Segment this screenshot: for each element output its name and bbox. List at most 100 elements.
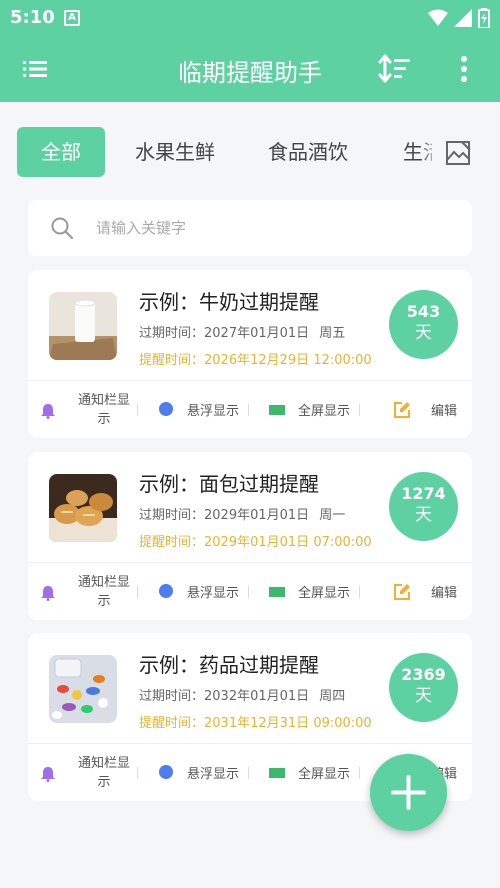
card-actions: 通知栏显示 悬浮显示 全屏显示 编辑	[28, 563, 472, 620]
expire-label: 过期时间：	[139, 689, 205, 704]
item-remind-time: 提醒时间：2031年12月31日 09:00:00	[139, 712, 372, 731]
days-left-badge: 543 天	[389, 290, 458, 359]
edit-icon	[394, 402, 410, 418]
add-icon	[391, 775, 426, 810]
app-title: 临期提醒助手	[178, 59, 322, 87]
item-name: 示例：药品过期提醒	[139, 653, 319, 677]
expire-date: 2029年01月01日	[204, 508, 310, 523]
app-bar: 临期提醒助手	[0, 36, 500, 102]
add-button[interactable]	[370, 754, 447, 831]
more-vert-icon[interactable]	[452, 54, 476, 84]
search-icon	[51, 217, 74, 240]
action-separator	[359, 586, 360, 598]
days-left-unit: 天	[415, 505, 432, 525]
item-name: 示例：面包过期提醒	[139, 472, 319, 496]
fullscreen-icon	[269, 587, 285, 597]
fullscreen-toggle[interactable]: 全屏显示	[269, 381, 369, 438]
battery-icon	[478, 8, 490, 28]
float-dot-icon	[159, 765, 173, 779]
search-input[interactable]	[96, 212, 456, 244]
notify-toggle[interactable]: 通知栏显示	[38, 381, 138, 438]
float-toggle[interactable]: 悬浮显示	[158, 381, 258, 438]
card-actions: 通知栏显示 悬浮显示 全屏显示 编辑	[28, 381, 472, 438]
edit-button[interactable]: 编辑	[392, 381, 462, 438]
edit-label: 编辑	[431, 404, 458, 419]
search-bar	[28, 200, 472, 256]
sort-icon[interactable]	[378, 54, 412, 84]
tab-food-drink[interactable]: 食品酒饮	[257, 127, 359, 177]
signal-icon	[454, 9, 472, 27]
status-icons	[428, 8, 490, 28]
fullscreen-icon	[269, 405, 285, 415]
notify-label: 通知栏显示	[77, 393, 130, 427]
tab-all[interactable]: 全部	[17, 127, 105, 177]
remind-label: 提醒时间：	[139, 716, 205, 731]
item-image-bread	[49, 474, 117, 542]
edit-label: 编辑	[431, 586, 458, 601]
days-left-count: 2369	[401, 665, 446, 684]
bell-icon	[41, 767, 55, 782]
expire-date: 2032年01月01日	[204, 689, 310, 704]
image-icon[interactable]	[444, 140, 472, 166]
expire-date: 2027年01月01日	[204, 326, 310, 341]
bell-icon	[41, 586, 55, 601]
notify-label: 通知栏显示	[77, 575, 130, 609]
expire-label: 过期时间：	[139, 326, 205, 341]
action-separator	[359, 767, 360, 779]
item-remind-time: 提醒时间：2026年12月29日 12:00:00	[139, 349, 372, 368]
item-expire-time: 过期时间：2029年01月01日 周一	[139, 504, 345, 523]
status-bar: 5:10 A	[0, 0, 500, 36]
days-left-count: 543	[406, 302, 441, 321]
item-image-milk	[49, 292, 117, 360]
fullscreen-toggle[interactable]: 全屏显示	[269, 563, 369, 620]
category-tabs: 全部 水果生鲜 食品酒饮 生活	[0, 102, 500, 202]
fullscreen-icon	[269, 768, 285, 778]
days-left-badge: 1274 天	[389, 472, 458, 541]
days-left-count: 1274	[401, 484, 446, 503]
action-separator	[248, 767, 249, 779]
item-remind-time: 提醒时间：2029年01月01日 07:00:00	[139, 531, 372, 550]
item-image-pills	[49, 655, 117, 723]
expire-label: 过期时间：	[139, 508, 205, 523]
float-label: 悬浮显示	[187, 586, 240, 601]
item-name: 示例：牛奶过期提醒	[139, 290, 319, 314]
float-toggle[interactable]: 悬浮显示	[158, 744, 258, 801]
notify-toggle[interactable]: 通知栏显示	[38, 744, 138, 801]
tab-fruit-fresh[interactable]: 水果生鲜	[124, 127, 226, 177]
notification-a-icon: A	[64, 10, 80, 26]
tabs-fade	[420, 127, 440, 177]
edit-icon	[394, 584, 410, 600]
remind-label: 提醒时间：	[139, 353, 205, 368]
days-left-badge: 2369 天	[389, 653, 458, 722]
remind-datetime: 2031年12月31日 09:00:00	[204, 716, 372, 731]
status-time: 5:10	[10, 7, 55, 28]
days-left-unit: 天	[415, 323, 432, 343]
edit-button[interactable]: 编辑	[392, 563, 462, 620]
float-dot-icon	[159, 584, 173, 598]
notify-toggle[interactable]: 通知栏显示	[38, 563, 138, 620]
fullscreen-toggle[interactable]: 全屏显示	[269, 744, 369, 801]
days-left-unit: 天	[415, 686, 432, 706]
wifi-icon	[428, 9, 448, 26]
float-toggle[interactable]: 悬浮显示	[158, 563, 258, 620]
item-card[interactable]: 示例：面包过期提醒 过期时间：2029年01月01日 周一 提醒时间：2029年0…	[28, 452, 472, 620]
fullscreen-label: 全屏显示	[298, 404, 351, 419]
item-card[interactable]: 示例：牛奶过期提醒 过期时间：2027年01月01日 周五 提醒时间：2026年1…	[28, 270, 472, 438]
float-label: 悬浮显示	[187, 767, 240, 782]
action-separator	[248, 404, 249, 416]
action-separator	[137, 586, 138, 598]
fullscreen-label: 全屏显示	[298, 767, 351, 782]
remind-datetime: 2026年12月29日 12:00:00	[204, 353, 372, 368]
bell-icon	[41, 404, 55, 419]
action-separator	[248, 586, 249, 598]
expire-weekday: 周一	[319, 508, 346, 523]
expire-weekday: 周五	[319, 326, 346, 341]
float-label: 悬浮显示	[187, 404, 240, 419]
notify-label: 通知栏显示	[77, 756, 130, 790]
remind-label: 提醒时间：	[139, 535, 205, 550]
action-separator	[137, 767, 138, 779]
fullscreen-label: 全屏显示	[298, 586, 351, 601]
action-separator	[137, 404, 138, 416]
float-dot-icon	[159, 402, 173, 416]
expire-weekday: 周四	[319, 689, 346, 704]
